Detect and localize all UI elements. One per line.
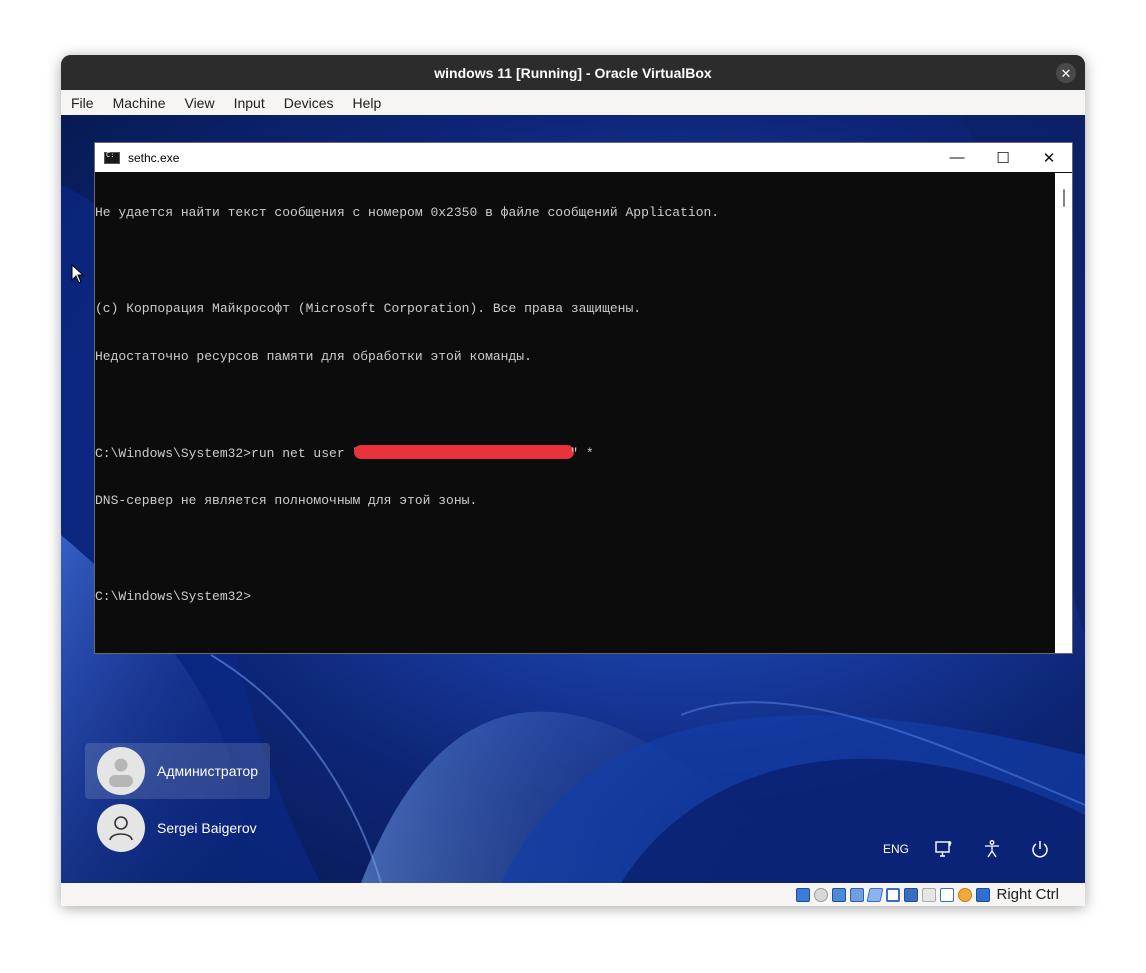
cmd-title: sethc.exe [128,150,180,165]
vbox-titlebar: windows 11 [Running] - Oracle VirtualBox… [61,55,1085,90]
menu-view[interactable]: View [174,95,223,111]
window-title: windows 11 [Running] - Oracle VirtualBox [434,64,712,81]
cmd-titlebar[interactable]: sethc.exe — ☐ ✕ [95,143,1072,172]
command-suffix: " * [570,446,594,461]
console-line: Не удается найти текст сообщения с номер… [95,205,720,220]
console-line-redacted: C:\Windows\System32>run net user " " * [95,445,1053,461]
network-icon[interactable] [928,833,960,865]
shared-folders-icon[interactable] [886,887,901,902]
menu-devices[interactable]: Devices [274,95,343,111]
user-avatar [97,804,145,852]
redaction-mark [354,445,575,459]
console-line: (c) Корпорация Майкрософт (Microsoft Cor… [95,301,642,316]
language-indicator[interactable]: ENG [880,833,912,865]
hard-disk-icon[interactable] [796,887,811,902]
network-adapter-icon[interactable] [850,887,865,902]
user-silhouette-icon [109,758,133,787]
vbox-menubar: File Machine View Input Devices Help [61,90,1085,115]
optical-disk-icon[interactable] [814,887,829,902]
vbox-statusbar: Right Ctrl [61,883,1085,906]
menu-file[interactable]: File [61,95,103,111]
user-avatar [97,747,145,795]
cmd-window[interactable]: sethc.exe — ☐ ✕ Не удается найти текст с… [94,142,1073,654]
close-button[interactable]: ✕ [1056,63,1076,83]
display-icon[interactable] [904,887,919,902]
minimize-button[interactable]: — [934,143,980,172]
user-tile-administrator[interactable]: Администратор [85,743,270,799]
menu-input[interactable]: Input [224,95,274,111]
mouse-pointer-icon [71,264,85,284]
maximize-button[interactable]: ☐ [980,143,1026,172]
mouse-integration-icon[interactable] [958,887,973,902]
command-prefix: C:\Windows\System32>run net user " [95,446,361,461]
recording-icon[interactable] [922,887,937,902]
console-line: DNS-сервер не является полномочным для э… [95,493,478,508]
console-output[interactable]: Не удается найти текст сообщения с номер… [95,173,1053,651]
host-key-label: Right Ctrl [996,886,1059,903]
user-outline-icon [109,816,133,841]
console-line: Недостаточно ресурсов памяти для обработ… [95,349,532,364]
keyboard-capture-icon[interactable] [976,887,991,902]
usb-icon[interactable] [866,887,884,902]
virtualization-icon[interactable] [940,887,955,902]
console-app-icon [104,151,120,164]
menu-help[interactable]: Help [343,95,391,111]
menu-machine[interactable]: Machine [103,95,175,111]
console-scrollbar[interactable] [1055,173,1072,653]
accessibility-icon[interactable] [976,833,1008,865]
close-window-button[interactable]: ✕ [1026,143,1072,172]
scrollbar-thumb[interactable] [1063,189,1065,207]
guest-display[interactable]: sethc.exe — ☐ ✕ Не удается найти текст с… [61,115,1085,883]
user-name: Sergei Baigerov [157,820,257,836]
user-tile-sergei[interactable]: Sergei Baigerov [85,800,270,856]
user-name: Администратор [157,763,259,779]
audio-icon[interactable] [832,887,847,902]
virtualbox-window: windows 11 [Running] - Oracle VirtualBox… [61,55,1085,906]
power-icon[interactable] [1024,833,1056,865]
console-prompt: C:\Windows\System32> [95,589,252,604]
